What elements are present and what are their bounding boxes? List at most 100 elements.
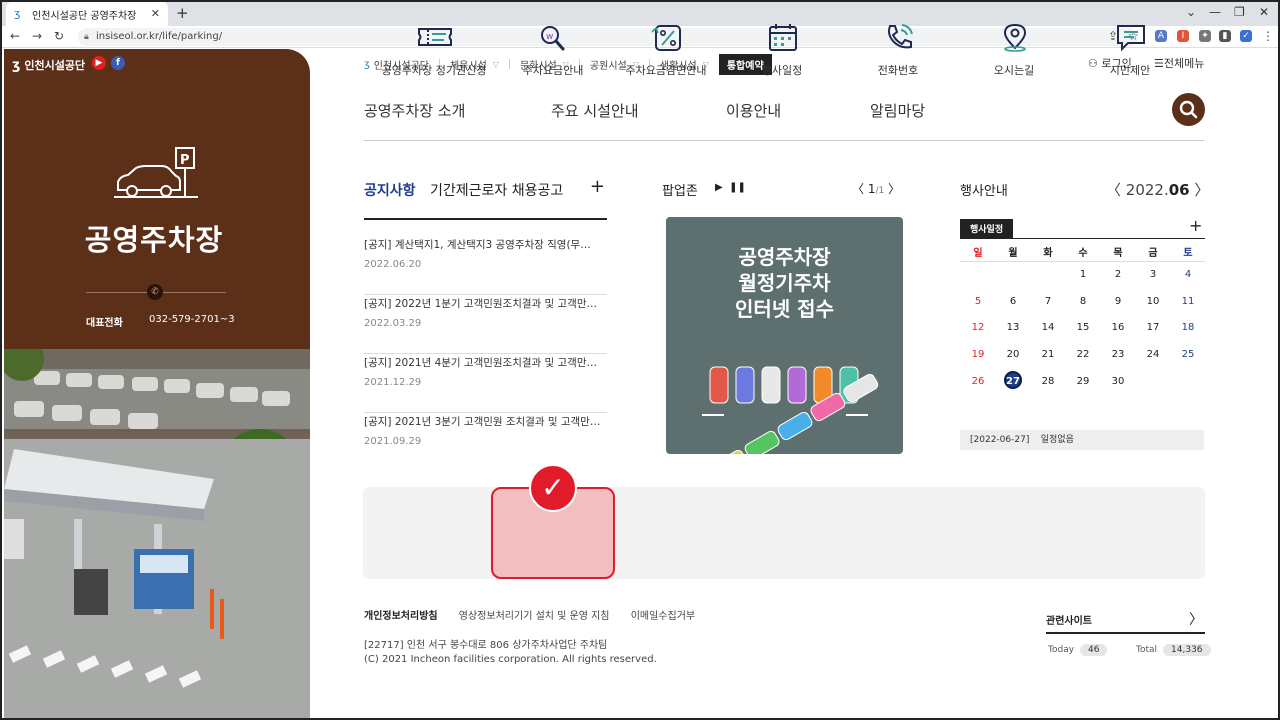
cctv-policy-link[interactable]: 영상정보처리기기 설치 및 운영 지침	[459, 611, 610, 622]
back-icon[interactable]: ←	[10, 29, 20, 43]
weekday-label: 목	[1113, 248, 1123, 259]
ticket-icon	[418, 28, 452, 46]
quick-item-phone[interactable]: 전화번호	[838, 2, 958, 94]
banner-line: 인터넷 접수	[735, 297, 834, 321]
quick-item-parking-fee[interactable]: w 주차요금안내	[493, 2, 613, 94]
calendar-day[interactable]: 23	[1108, 349, 1128, 360]
close-window-icon[interactable]: ✕	[1259, 5, 1269, 19]
calendar-day[interactable]: 22	[1073, 349, 1093, 360]
popup-banner[interactable]: 공영주차장 월정기주차 인터넷 접수	[666, 217, 903, 454]
calendar-day[interactable]: 9	[1108, 296, 1128, 307]
quick-item-event-schedule[interactable]: 행사일정	[722, 2, 842, 94]
related-sites-button[interactable]: 관련사이트 〉	[1046, 612, 1205, 634]
calendar-day[interactable]: 30	[1108, 376, 1128, 387]
brand-logo[interactable]: ʒ 인천시설공단	[12, 57, 85, 73]
sidepanel-icon[interactable]: ▮	[1219, 30, 1231, 42]
minimize-icon[interactable]: —	[1209, 5, 1221, 19]
shield-icon[interactable]: ✓	[1240, 30, 1252, 42]
forward-icon[interactable]: →	[32, 29, 42, 43]
logo-mark-icon: ʒ	[364, 58, 370, 70]
calendar-day[interactable]: 11	[1178, 296, 1198, 307]
list-item[interactable]: [공지] 2021년 3분기 고객민원 조치결과 및 고객만… 2021.09.…	[364, 414, 607, 472]
puzzle-icon[interactable]: ✦	[1199, 30, 1211, 42]
banner-line: 공영주차장	[738, 245, 831, 269]
prev-icon[interactable]: 〈	[852, 182, 864, 196]
play-icon[interactable]: ▶	[715, 182, 723, 193]
restore-icon[interactable]: ❐	[1234, 5, 1245, 19]
hero-panel: ʒ 인천시설공단 ▶ f P 공영주차장 ✆ 대표전화 032-579-2701…	[4, 49, 310, 718]
map-pin-icon	[1003, 23, 1027, 52]
calendar-day[interactable]: 1	[1073, 269, 1093, 280]
calendar-day[interactable]: 25	[1178, 349, 1198, 360]
search-button[interactable]	[1172, 93, 1205, 126]
quick-item-fee-reduction[interactable]: 주차요금감면안내	[606, 2, 726, 94]
gnb-item-usage[interactable]: 이용안내	[726, 100, 781, 121]
new-tab-icon[interactable]: +	[176, 4, 189, 22]
quick-item-label: 주차요금안내	[522, 64, 584, 77]
total-count: 14,336	[1163, 644, 1211, 656]
quick-item-proposal[interactable]: 시민제안	[1070, 2, 1190, 94]
more-events-icon[interactable]: +	[1189, 216, 1202, 235]
quick-item-season-pass[interactable]: 공영주차장 정기권신청	[374, 2, 494, 94]
calendar-day[interactable]: 15	[1073, 322, 1093, 333]
calendar-day[interactable]: 2	[1108, 269, 1128, 280]
calendar-day[interactable]: 28	[1038, 376, 1058, 387]
parking-lot-photo	[4, 349, 310, 718]
prev-month-icon[interactable]: 〈	[1106, 181, 1121, 199]
next-month-icon[interactable]: 〉	[1194, 181, 1209, 199]
tab-notice[interactable]: 공지사항	[364, 180, 416, 200]
calendar-day[interactable]: 20	[1003, 349, 1023, 360]
list-item[interactable]: [공지] 2021년 4분기 고객민원조치결과 및 고객만… 2021.12.2…	[364, 355, 607, 413]
calendar-day[interactable]: 27	[1003, 376, 1023, 387]
calendar-day[interactable]: 16	[1108, 322, 1128, 333]
calendar-day[interactable]: 4	[1178, 269, 1198, 280]
calendar-day[interactable]: 19	[968, 349, 988, 360]
hero-title: 공영주차장	[84, 223, 224, 257]
more-menu-icon[interactable]: ⋮	[1262, 29, 1274, 43]
reload-icon[interactable]: ↻	[54, 29, 64, 43]
list-item[interactable]: [공지] 2022년 1분기 고객민원조치결과 및 고객만… 2022.03.2…	[364, 296, 607, 354]
gnb-item-facilities[interactable]: 주요 시설안내	[551, 100, 639, 121]
next-icon[interactable]: 〉	[888, 182, 900, 196]
notice-title: [공지] 2022년 1분기 고객민원조치결과 및 고객만…	[364, 298, 598, 310]
calendar-day[interactable]: 7	[1038, 296, 1058, 307]
email-refusal-link[interactable]: 이메일수집거부	[631, 611, 695, 622]
parking-car-icon: P	[114, 147, 198, 198]
event-info-bar: [2022-06-27] 일정없음	[960, 430, 1204, 450]
tab-recruitment[interactable]: 기간제근로자 채용공고	[430, 180, 563, 200]
tab-event-schedule[interactable]: 행사일정	[960, 219, 1014, 238]
close-tab-icon[interactable]: ✕	[151, 7, 160, 20]
quick-item-label: 오시는길	[993, 64, 1035, 77]
quick-item-directions[interactable]: 오시는길	[954, 2, 1074, 94]
pause-icon[interactable]: ❚❚	[729, 182, 746, 193]
calendar-day[interactable]: 3	[1143, 269, 1163, 280]
quick-item-label: 공영주차장 정기권신청	[381, 64, 487, 77]
gnb-item-intro[interactable]: 공영주차장 소개	[364, 100, 465, 121]
calendar-day[interactable]: 14	[1038, 322, 1058, 333]
privacy-policy-link[interactable]: 개인정보처리방침	[364, 611, 438, 622]
calendar-day[interactable]: 21	[1038, 349, 1058, 360]
facebook-icon[interactable]: f	[111, 56, 125, 70]
youtube-icon[interactable]: ▶	[92, 56, 106, 70]
calendar-day[interactable]: 13	[1003, 322, 1023, 333]
calendar-day[interactable]: 24	[1143, 349, 1163, 360]
calendar-day[interactable]: 29	[1073, 376, 1093, 387]
speech-bubble-icon	[1117, 25, 1145, 52]
calendar-day[interactable]: 10	[1143, 296, 1163, 307]
quick-menu	[363, 487, 1205, 579]
tab-title: 인천시설공단 공영주차장	[32, 10, 137, 22]
calendar-day[interactable]: 8	[1073, 296, 1093, 307]
browser-window: ʒ 인천시설공단 공영주차장 ✕ + ⌄ — ❐ ✕ ← → ↻ 🔒︎ insi…	[0, 0, 1280, 720]
weekday-label: 금	[1148, 248, 1158, 259]
browser-tab[interactable]: ʒ 인천시설공단 공영주차장 ✕	[6, 2, 168, 26]
calendar-day[interactable]: 12	[968, 322, 988, 333]
more-notices-icon[interactable]: +	[590, 176, 605, 197]
list-item[interactable]: [공지] 계산택지1, 계산택지3 공영주차장 직영(무… 2022.06.20	[364, 237, 607, 295]
calendar-day[interactable]: 6	[1003, 296, 1023, 307]
calendar-day[interactable]: 26	[968, 376, 988, 387]
notice-date: 2022.06.20	[364, 259, 422, 270]
calendar-day[interactable]: 18	[1178, 322, 1198, 333]
calendar-day[interactable]: 5	[968, 296, 988, 307]
gnb-item-notice[interactable]: 알림마당	[870, 100, 925, 121]
calendar-day[interactable]: 17	[1143, 322, 1163, 333]
